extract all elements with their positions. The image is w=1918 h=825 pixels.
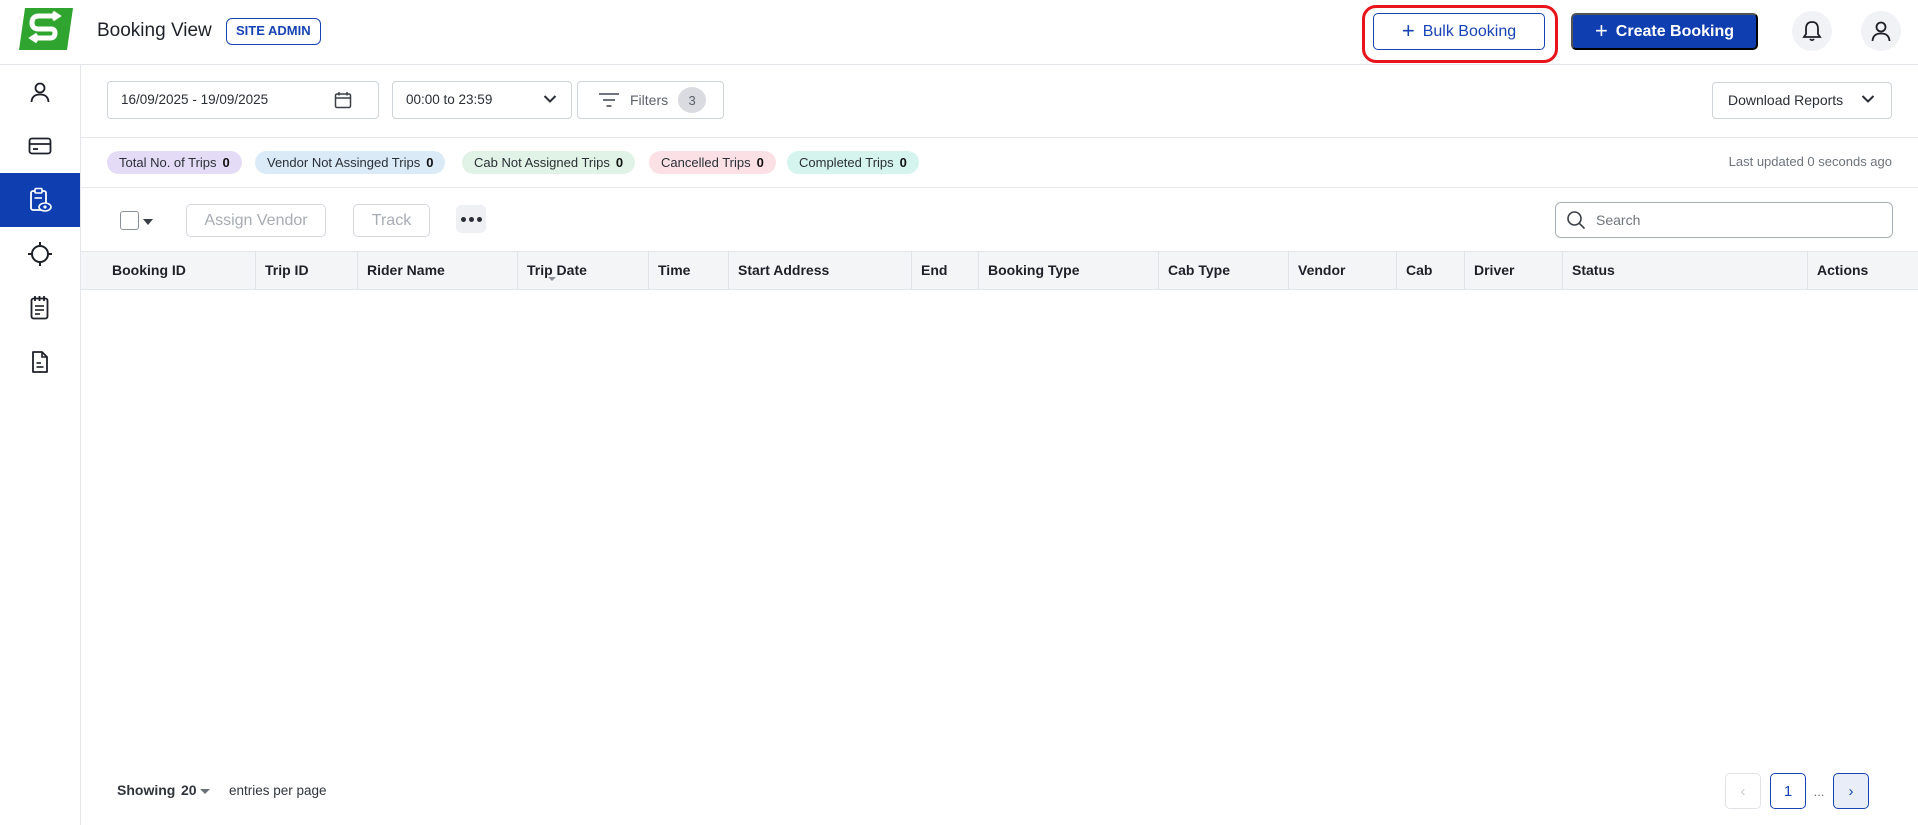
- create-booking-label: Create Booking: [1615, 22, 1735, 40]
- download-reports-dropdown[interactable]: Download Reports: [1712, 82, 1892, 119]
- chip-count: 0: [222, 155, 230, 170]
- chip-total-trips[interactable]: Total No. of Trips 0: [107, 151, 242, 174]
- chip-label: Cancelled Trips: [661, 155, 751, 170]
- divider: [81, 137, 1918, 138]
- download-reports-label: Download Reports: [1728, 92, 1844, 108]
- showing-label: Showing: [117, 782, 176, 798]
- date-range-value: 16/09/2025 - 19/09/2025: [121, 92, 269, 107]
- select-all-checkbox[interactable]: [120, 211, 139, 230]
- sidebar-item-reports[interactable]: [0, 335, 80, 389]
- column-header-driver[interactable]: Driver: [1465, 252, 1563, 289]
- filters-label: Filters: [630, 92, 669, 108]
- chip-vendor-not-assigned[interactable]: Vendor Not Assinged Trips 0: [255, 151, 446, 174]
- sort-indicator-icon[interactable]: [548, 277, 556, 281]
- column-header-cab[interactable]: Cab: [1397, 252, 1465, 289]
- chevron-down-icon: [1861, 95, 1875, 103]
- role-badge: SITE ADMIN: [226, 18, 321, 45]
- column-header-cab-type[interactable]: Cab Type: [1159, 252, 1289, 289]
- dot: [468, 216, 474, 222]
- time-range-value: 00:00 to 23:59: [406, 92, 493, 107]
- plus-icon: +: [1594, 17, 1608, 43]
- filters-button[interactable]: Filters 3: [577, 81, 724, 119]
- crosshair-icon: [28, 242, 52, 266]
- page-size-caret-icon[interactable]: [200, 789, 210, 794]
- select-options-caret-icon[interactable]: [143, 219, 153, 225]
- checklist-icon: [30, 296, 49, 320]
- profile-button[interactable]: [1861, 11, 1901, 51]
- column-header-start-address[interactable]: Start Address: [729, 252, 912, 289]
- chip-cancelled-trips[interactable]: Cancelled Trips 0: [649, 151, 776, 174]
- sidebar-item-checklist[interactable]: [0, 281, 80, 335]
- search-input[interactable]: [1596, 212, 1876, 228]
- column-header-trip-date[interactable]: Trip Date: [518, 252, 649, 289]
- user-icon: [30, 82, 50, 103]
- divider: [81, 187, 1918, 188]
- sidebar-item-payments[interactable]: [0, 119, 80, 173]
- chip-count: 0: [615, 155, 624, 170]
- last-updated-text: Last updated 0 seconds ago: [1728, 154, 1892, 169]
- chip-label: Total No. of Trips: [119, 155, 217, 170]
- plus-icon: +: [1401, 17, 1415, 43]
- page-title: Booking View: [97, 20, 212, 41]
- calendar-icon[interactable]: [334, 91, 352, 109]
- column-header-booking-id[interactable]: Booking ID: [103, 252, 256, 289]
- column-header-end[interactable]: End: [912, 252, 979, 289]
- document-icon: [32, 351, 48, 373]
- more-options-button[interactable]: [456, 205, 486, 233]
- search-box[interactable]: [1555, 202, 1893, 238]
- sidebar-item-tracking[interactable]: [0, 227, 80, 281]
- column-header-actions[interactable]: Actions: [1808, 252, 1918, 289]
- app-logo[interactable]: [17, 6, 75, 52]
- pagination-ellipsis: ...: [1813, 783, 1825, 799]
- page-size-select[interactable]: 20: [181, 782, 197, 798]
- sidebar-item-booking-view[interactable]: [0, 173, 80, 227]
- entries-per-page-label: entries per page: [229, 783, 327, 798]
- time-range-select[interactable]: 00:00 to 23:59: [392, 81, 572, 119]
- clipboard-eye-icon: [30, 187, 52, 212]
- next-page-button[interactable]: ›: [1833, 773, 1869, 809]
- bulk-booking-label: Bulk Booking: [1422, 22, 1517, 40]
- chip-label: Completed Trips: [799, 155, 894, 170]
- column-header-booking-type[interactable]: Booking Type: [979, 252, 1159, 289]
- column-header-rider-name[interactable]: Rider Name: [358, 252, 518, 289]
- filters-count-badge: 3: [678, 87, 707, 113]
- chip-count: 0: [426, 155, 434, 170]
- dot: [476, 216, 482, 222]
- chip-label: Vendor Not Assinged Trips: [267, 155, 421, 170]
- search-icon: [1567, 211, 1586, 230]
- track-button[interactable]: Track: [353, 204, 430, 237]
- chip-cab-not-assigned[interactable]: Cab Not Assigned Trips 0: [462, 151, 636, 174]
- trip-date-label: Trip Date: [527, 262, 587, 278]
- column-header-vendor[interactable]: Vendor: [1289, 252, 1397, 289]
- assign-vendor-button[interactable]: Assign Vendor: [186, 204, 326, 237]
- filter-icon: [599, 93, 619, 107]
- user-icon: [1871, 21, 1891, 42]
- dot: [460, 216, 466, 222]
- chip-label: Cab Not Assigned Trips: [474, 155, 610, 170]
- previous-page-button[interactable]: ‹: [1725, 773, 1761, 809]
- chevron-down-icon: [543, 95, 557, 103]
- bulk-booking-button[interactable]: + Bulk Booking: [1373, 13, 1545, 50]
- create-booking-button[interactable]: + Create Booking: [1571, 13, 1758, 50]
- chip-count: 0: [756, 155, 764, 170]
- chip-count: 0: [899, 155, 907, 170]
- table-header: Booking ID Trip ID Rider Name Trip Date …: [81, 251, 1918, 290]
- date-range-picker[interactable]: 16/09/2025 - 19/09/2025: [107, 81, 379, 119]
- top-header: Booking View SITE ADMIN + Bulk Booking +…: [0, 0, 1918, 65]
- page-number-button[interactable]: 1: [1770, 773, 1806, 809]
- sidebar: [0, 65, 81, 825]
- card-icon: [28, 137, 52, 155]
- column-header-trip-id[interactable]: Trip ID: [256, 252, 358, 289]
- column-header-time[interactable]: Time: [649, 252, 729, 289]
- sidebar-item-users[interactable]: [0, 65, 80, 119]
- notifications-button[interactable]: [1792, 11, 1832, 51]
- chip-completed-trips[interactable]: Completed Trips 0: [787, 151, 919, 174]
- bell-icon: [1802, 21, 1822, 42]
- column-header-status[interactable]: Status: [1563, 252, 1808, 289]
